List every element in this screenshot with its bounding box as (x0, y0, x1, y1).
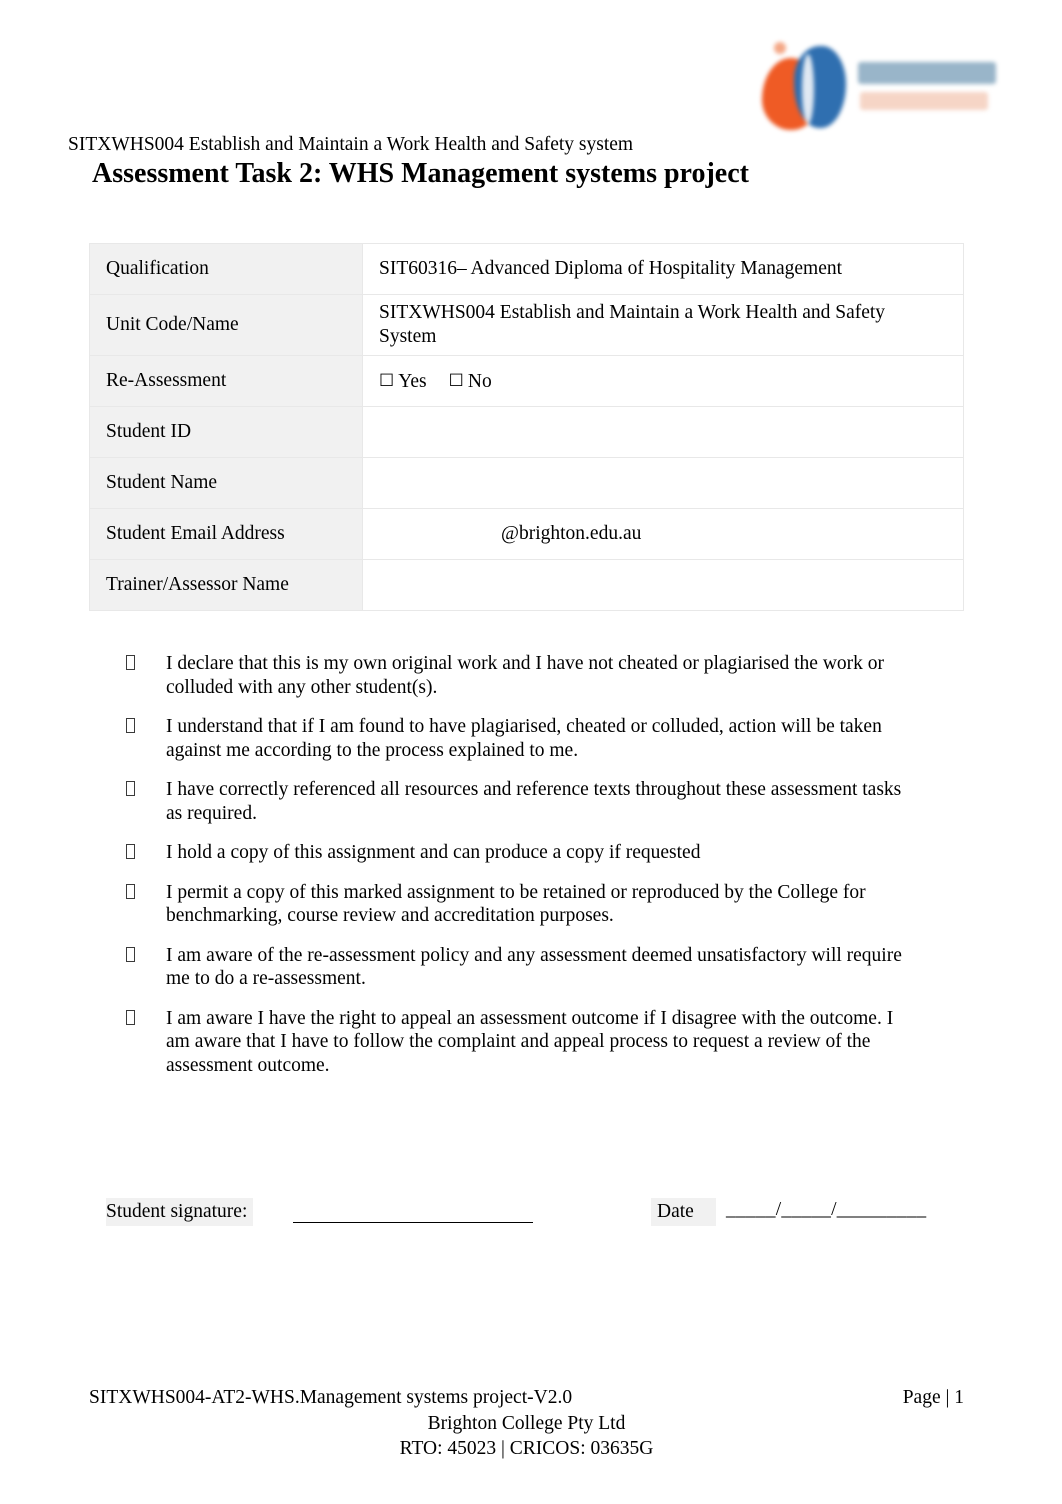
row-label-re-assessment: Re-Assessment (89, 355, 363, 407)
row-label-student-id: Student ID (89, 406, 363, 458)
list-item: I declare that this is my own original w… (122, 652, 912, 699)
table-row: Qualification SIT60316– Advanced Diploma… (89, 243, 964, 295)
declaration-text: I permit a copy of this marked assignmen… (166, 881, 866, 927)
date-field[interactable]: _____/_____/_________ (726, 1198, 926, 1222)
table-row: Student Name (89, 457, 964, 509)
footer-registration: RTO: 45023 | CRICOS: 03635G (399, 1438, 654, 1459)
table-row: Unit Code/Name SITXWHS004 Establish and … (89, 294, 964, 356)
declaration-text: I hold a copy of this assignment and can… (166, 842, 701, 863)
list-item: I have correctly referenced all resource… (122, 778, 912, 825)
row-value-re-assessment: ☐ Yes ☐ No (362, 355, 964, 407)
list-item: I am aware I have the right to appeal an… (122, 1007, 912, 1078)
row-label-student-name: Student Name (89, 457, 363, 509)
unit-code-heading: SITXWHS004 Establish and Maintain a Work… (68, 134, 634, 155)
brighton-college-logo (748, 36, 1004, 136)
row-value-trainer-name[interactable] (362, 559, 964, 611)
document-page: SITXWHS004 Establish and Maintain a Work… (0, 0, 1062, 1504)
footer-document-ref: SITXWHS004-AT2-WHS.Management systems pr… (89, 1387, 573, 1408)
student-signature-label: Student signature: (106, 1198, 254, 1226)
checkbox-yes[interactable]: ☐ (379, 369, 394, 393)
student-signature-field[interactable] (293, 1222, 533, 1223)
list-item: I permit a copy of this marked assignmen… (122, 881, 912, 928)
student-details-table: Qualification SIT60316– Advanced Diploma… (89, 243, 964, 611)
date-label: Date (651, 1198, 716, 1226)
declaration-text: I am aware I have the right to appeal an… (166, 1007, 894, 1076)
list-item: I hold a copy of this assignment and can… (122, 841, 912, 865)
logo-mark-icon (756, 40, 852, 134)
bullet-box-icon (126, 1009, 135, 1025)
row-label-unit-code-name: Unit Code/Name (89, 294, 363, 356)
bullet-box-icon (126, 655, 135, 670)
table-row: Student ID (89, 406, 964, 458)
row-value-student-name[interactable] (362, 457, 964, 509)
list-item: I understand that if I am found to have … (122, 715, 912, 762)
row-label-student-email: Student Email Address (89, 508, 363, 560)
logo-wordmark-secondary (860, 92, 988, 110)
logo-dot-icon (774, 42, 786, 54)
table-body: Qualification SIT60316– Advanced Diploma… (89, 243, 964, 611)
declaration-text: I am aware of the re-assessment policy a… (166, 944, 902, 990)
declaration-text: I declare that this is my own original w… (166, 653, 885, 698)
row-label-trainer-name: Trainer/Assessor Name (89, 559, 363, 611)
declaration-list: I declare that this is my own original w… (122, 652, 912, 1093)
bullet-box-icon (126, 883, 135, 899)
page-title: Assessment Task 2: WHS Management system… (92, 158, 749, 189)
table-row: Trainer/Assessor Name (89, 559, 964, 611)
list-item: I am aware of the re-assessment policy a… (122, 944, 912, 991)
table-row: Re-Assessment ☐ Yes ☐ No (89, 355, 964, 407)
row-value-qualification: SIT60316– Advanced Diploma of Hospitalit… (362, 243, 964, 295)
declaration-text: I understand that if I am found to have … (166, 716, 882, 761)
checkbox-yes-label: Yes (398, 370, 427, 392)
row-value-student-email[interactable]: @brighton.edu.au (362, 508, 964, 560)
declaration-text: I have correctly referenced all resource… (166, 779, 902, 824)
checkbox-no[interactable]: ☐ (449, 369, 464, 393)
footer-company: Brighton College Pty Ltd (427, 1413, 626, 1434)
bullet-box-icon (126, 718, 135, 733)
logo-divider-icon (802, 54, 814, 124)
table-row: Student Email Address @brighton.edu.au (89, 508, 964, 560)
page-footer: SITXWHS004-AT2-WHS.Management systems pr… (89, 1385, 964, 1461)
signature-row: Student signature: Date _____/_____/____… (106, 1196, 926, 1230)
row-value-student-id[interactable] (362, 406, 964, 458)
student-email-text: @brighton.edu.au (501, 523, 642, 544)
bullet-box-icon (126, 781, 135, 796)
row-value-unit-code-name: SITXWHS004 Establish and Maintain a Work… (362, 294, 964, 356)
bullet-box-icon (126, 946, 135, 962)
checkbox-no-label: No (467, 370, 492, 392)
footer-page-number: Page | 1 (902, 1387, 964, 1408)
footer-top-row: SITXWHS004-AT2-WHS.Management systems pr… (89, 1385, 964, 1411)
logo-wordmark-primary (858, 62, 996, 84)
bullet-box-icon (126, 844, 135, 859)
row-label-qualification: Qualification (89, 243, 363, 295)
